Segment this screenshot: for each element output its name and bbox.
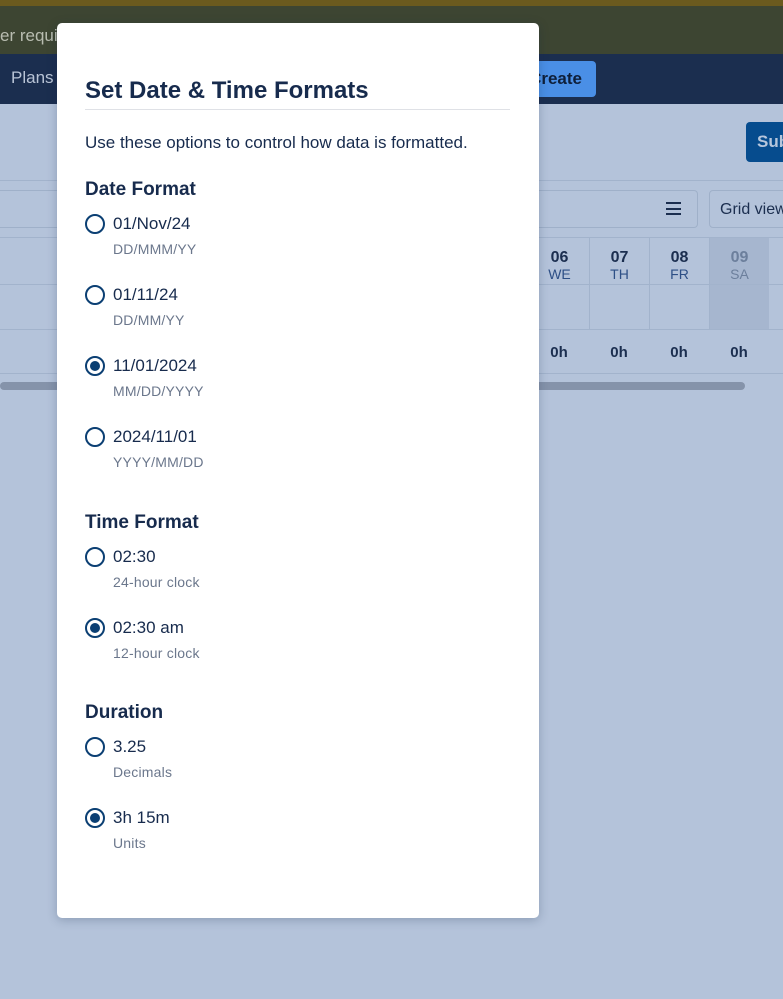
option-format-hint: Decimals (113, 764, 173, 780)
dialog-description: Use these options to control how data is… (85, 133, 468, 152)
option-label: 01/Nov/24 (113, 214, 191, 233)
option-label: 2024/11/01 (113, 427, 197, 446)
nav-item-plans[interactable]: Plans (11, 68, 54, 88)
option-label: 3.25 (113, 737, 147, 756)
radio-button[interactable] (85, 214, 105, 234)
format-option[interactable]: 2024/11/01 YYYY/MM/DD (85, 427, 505, 487)
format-option[interactable]: 01/Nov/24 DD/MMM/YY (85, 214, 505, 274)
option-format-hint: DD/MM/YY (113, 312, 185, 328)
dialog-title: Set Date & Time Formats (85, 77, 369, 104)
format-option[interactable]: 02:30 24-hour clock (85, 547, 505, 607)
radio-button[interactable] (85, 618, 105, 638)
day-hours-total: 0h (730, 344, 748, 361)
day-hours-total: 0h (610, 344, 628, 361)
section-heading: Date Format (85, 179, 196, 200)
section-heading: Time Format (85, 512, 199, 533)
radio-button[interactable] (85, 547, 105, 567)
day-weekday: FR (670, 266, 689, 282)
submit-button[interactable]: Sub (746, 122, 783, 162)
format-option[interactable]: 3.25 Decimals (85, 737, 505, 797)
format-option[interactable]: 3h 15m Units (85, 808, 505, 868)
format-option[interactable]: 11/01/2024 MM/DD/YYYY (85, 356, 505, 416)
banner-text: er requi (0, 26, 58, 45)
menu-icon[interactable] (666, 202, 681, 215)
option-format-hint: YYYY/MM/DD (113, 454, 204, 470)
option-format-hint: 12-hour clock (113, 645, 200, 661)
date-time-format-dialog: Set Date & Time Formats Use these option… (57, 23, 539, 918)
radio-button[interactable] (85, 356, 105, 376)
day-weekday: SA (730, 266, 749, 282)
option-format-hint: Units (113, 835, 146, 851)
day-date: 07 (610, 249, 629, 266)
day-weekday: TH (610, 266, 629, 282)
grid-view-selector[interactable]: Grid view (709, 190, 783, 228)
dialog-divider (85, 109, 510, 110)
option-label: 02:30 (113, 547, 156, 566)
radio-button[interactable] (85, 427, 105, 447)
option-label: 01/11/24 (113, 285, 178, 304)
day-date: 08 (670, 249, 689, 266)
format-option[interactable]: 01/11/24 DD/MM/YY (85, 285, 505, 345)
option-label: 11/01/2024 (113, 356, 197, 375)
option-label: 3h 15m (113, 808, 170, 827)
radio-button[interactable] (85, 737, 105, 757)
section-heading: Duration (85, 702, 164, 723)
option-format-hint: DD/MMM/YY (113, 241, 197, 257)
day-hours-total: 0h (670, 344, 688, 361)
option-format-hint: MM/DD/YYYY (113, 383, 204, 399)
day-date: 09 (730, 249, 749, 266)
format-option[interactable]: 02:30 am 12-hour clock (85, 618, 505, 678)
option-format-hint: 24-hour clock (113, 574, 200, 590)
option-label: 02:30 am (113, 618, 184, 637)
radio-button[interactable] (85, 808, 105, 828)
radio-button[interactable] (85, 285, 105, 305)
